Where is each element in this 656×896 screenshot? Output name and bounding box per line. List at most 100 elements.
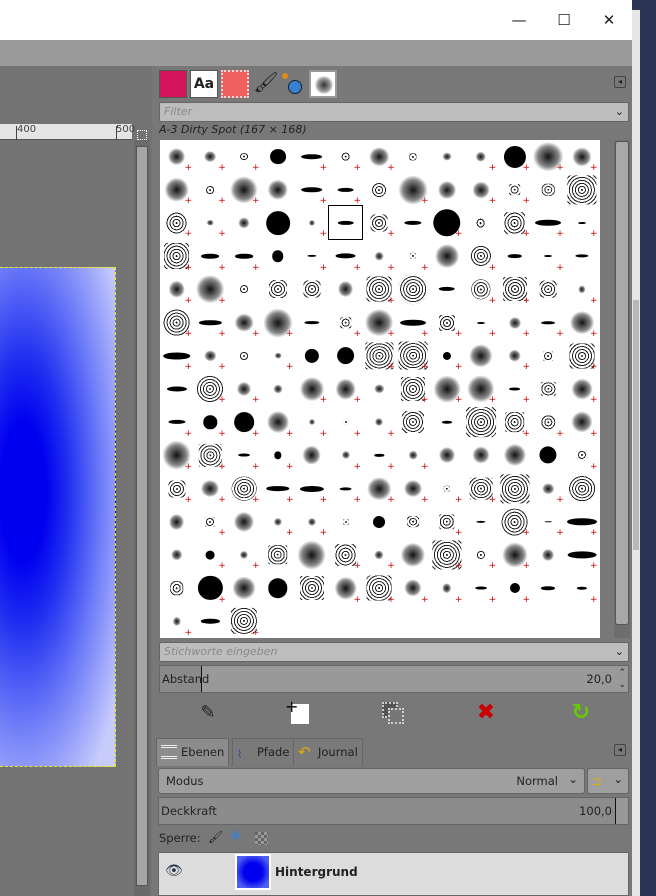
- brush-thumbnail[interactable]: +: [160, 206, 193, 239]
- composite-mode-select[interactable]: ⊐ ⌄: [587, 768, 629, 794]
- brush-thumbnail[interactable]: +: [397, 173, 430, 206]
- brushes-tab-icon[interactable]: [309, 70, 337, 98]
- brush-thumbnail[interactable]: [228, 206, 261, 239]
- brush-thumbnail[interactable]: +: [464, 572, 497, 605]
- brush-thumbnail[interactable]: +: [160, 406, 193, 439]
- brush-thumbnail[interactable]: [397, 206, 430, 239]
- brush-thumbnail[interactable]: [498, 439, 531, 472]
- brush-thumbnail[interactable]: +: [329, 572, 362, 605]
- brush-thumbnail[interactable]: [329, 339, 362, 372]
- brush-grid-scrollbar[interactable]: [614, 140, 630, 638]
- minimize-button[interactable]: —: [506, 8, 532, 32]
- brush-thumbnail[interactable]: [363, 372, 396, 405]
- brush-thumbnail[interactable]: [566, 240, 599, 273]
- brush-thumbnail[interactable]: +: [228, 140, 261, 173]
- brush-thumbnail[interactable]: +: [329, 372, 362, 405]
- brush-thumbnail[interactable]: +: [160, 306, 193, 339]
- spin-down-icon[interactable]: ⌄: [618, 672, 626, 698]
- brush-thumbnail[interactable]: +: [228, 605, 261, 638]
- brush-thumbnail[interactable]: +: [464, 472, 497, 505]
- brush-thumbnail[interactable]: +: [329, 538, 362, 571]
- brush-thumbnail[interactable]: +: [363, 538, 396, 571]
- brush-thumbnail[interactable]: +: [430, 538, 463, 571]
- brush-thumbnail[interactable]: +: [464, 306, 497, 339]
- brush-thumbnail[interactable]: +: [228, 372, 261, 405]
- brush-thumbnail[interactable]: [261, 572, 294, 605]
- brush-thumbnail[interactable]: [261, 140, 294, 173]
- chevron-down-icon[interactable]: ⌄: [615, 643, 624, 661]
- brush-thumbnail[interactable]: +: [194, 372, 227, 405]
- tab-journal[interactable]: ↶ Journal: [293, 738, 363, 766]
- brush-thumbnail[interactable]: [160, 538, 193, 571]
- brush-thumbnail[interactable]: [464, 439, 497, 472]
- brush-thumbnail[interactable]: [532, 339, 565, 372]
- brush-thumbnail[interactable]: +: [329, 406, 362, 439]
- brush-thumbnail[interactable]: +: [430, 572, 463, 605]
- opacity-spinscale[interactable]: Deckkraft 100,0: [158, 797, 629, 825]
- brush-thumbnail[interactable]: +: [194, 472, 227, 505]
- brush-thumbnail[interactable]: +: [194, 572, 227, 605]
- dock-menu-icon[interactable]: ◂: [614, 744, 626, 756]
- brush-thumbnail[interactable]: +: [498, 273, 531, 306]
- brush-thumbnail[interactable]: +: [566, 273, 599, 306]
- brush-thumbnail[interactable]: +: [160, 439, 193, 472]
- brush-thumbnail[interactable]: [295, 538, 328, 571]
- brush-thumbnail[interactable]: +: [566, 339, 599, 372]
- duplicate-brush-button[interactable]: [380, 700, 406, 726]
- brush-thumbnail[interactable]: +: [194, 273, 227, 306]
- brush-thumbnail[interactable]: +: [194, 505, 227, 538]
- brush-thumbnail[interactable]: [295, 273, 328, 306]
- brush-thumbnail[interactable]: [194, 605, 227, 638]
- lock-position-icon[interactable]: ✥: [230, 829, 241, 844]
- brush-thumbnail[interactable]: [261, 273, 294, 306]
- brush-grid[interactable]: + + + + + + + + + + + + + + + + + + + + + + + + + + + + + + + + + + + + + + + +…: [160, 140, 600, 638]
- brush-thumbnail[interactable]: +: [261, 472, 294, 505]
- brush-thumbnail[interactable]: +: [566, 439, 599, 472]
- tab-paths[interactable]: ⌇ Pfade: [232, 738, 295, 766]
- brush-thumbnail[interactable]: [363, 173, 396, 206]
- chevron-down-icon[interactable]: ⌄: [615, 103, 624, 121]
- brush-thumbnail[interactable]: +: [532, 306, 565, 339]
- brush-thumbnail[interactable]: +: [261, 339, 294, 372]
- brush-thumbnail[interactable]: [228, 339, 261, 372]
- brush-thumbnail[interactable]: +: [194, 439, 227, 472]
- brush-thumbnail[interactable]: [464, 505, 497, 538]
- brush-thumbnail[interactable]: +: [498, 206, 531, 239]
- brush-thumbnail[interactable]: +: [228, 173, 261, 206]
- fonts-tab-icon[interactable]: Aa: [190, 70, 218, 98]
- brush-thumbnail[interactable]: [430, 439, 463, 472]
- brush-thumbnail[interactable]: +: [532, 472, 565, 505]
- brush-thumbnail[interactable]: +: [464, 372, 497, 405]
- close-button[interactable]: ✕: [596, 8, 622, 32]
- brush-thumbnail[interactable]: +: [566, 406, 599, 439]
- brush-thumbnail[interactable]: +: [363, 306, 396, 339]
- brush-thumbnail[interactable]: [532, 572, 565, 605]
- brush-thumbnail[interactable]: +: [295, 472, 328, 505]
- brush-thumbnail[interactable]: +: [566, 306, 599, 339]
- brush-thumbnail[interactable]: [160, 505, 193, 538]
- brush-thumbnail[interactable]: +: [363, 273, 396, 306]
- brush-thumbnail[interactable]: +: [261, 439, 294, 472]
- brush-thumbnail[interactable]: +: [363, 339, 396, 372]
- brush-thumbnail[interactable]: +: [498, 372, 531, 405]
- refresh-brushes-button[interactable]: ↻: [568, 700, 594, 726]
- brush-thumbnail[interactable]: +: [363, 472, 396, 505]
- layer-name[interactable]: Hintergrund: [275, 865, 358, 879]
- brush-thumbnail[interactable]: +: [532, 505, 565, 538]
- brush-thumbnail[interactable]: +: [295, 505, 328, 538]
- brush-thumbnail[interactable]: +: [566, 538, 599, 571]
- brush-thumbnail[interactable]: +: [430, 206, 463, 239]
- brush-thumbnail[interactable]: +: [329, 240, 362, 273]
- brush-thumbnail[interactable]: [464, 206, 497, 239]
- brush-thumbnail[interactable]: +: [194, 240, 227, 273]
- brush-thumbnail[interactable]: +: [160, 472, 193, 505]
- brush-thumbnail[interactable]: +: [160, 240, 193, 273]
- brush-thumbnail[interactable]: +: [498, 339, 531, 372]
- brush-thumbnail[interactable]: +: [397, 339, 430, 372]
- paintbrush-tab-icon[interactable]: 🖌: [252, 70, 280, 98]
- brush-thumbnail[interactable]: +: [228, 538, 261, 571]
- spacing-spinscale[interactable]: Abstand 20,0 ⌃ ⌄: [159, 665, 629, 693]
- brush-thumbnail[interactable]: [261, 240, 294, 273]
- brush-thumbnail[interactable]: +: [498, 572, 531, 605]
- brush-thumbnail[interactable]: [397, 505, 430, 538]
